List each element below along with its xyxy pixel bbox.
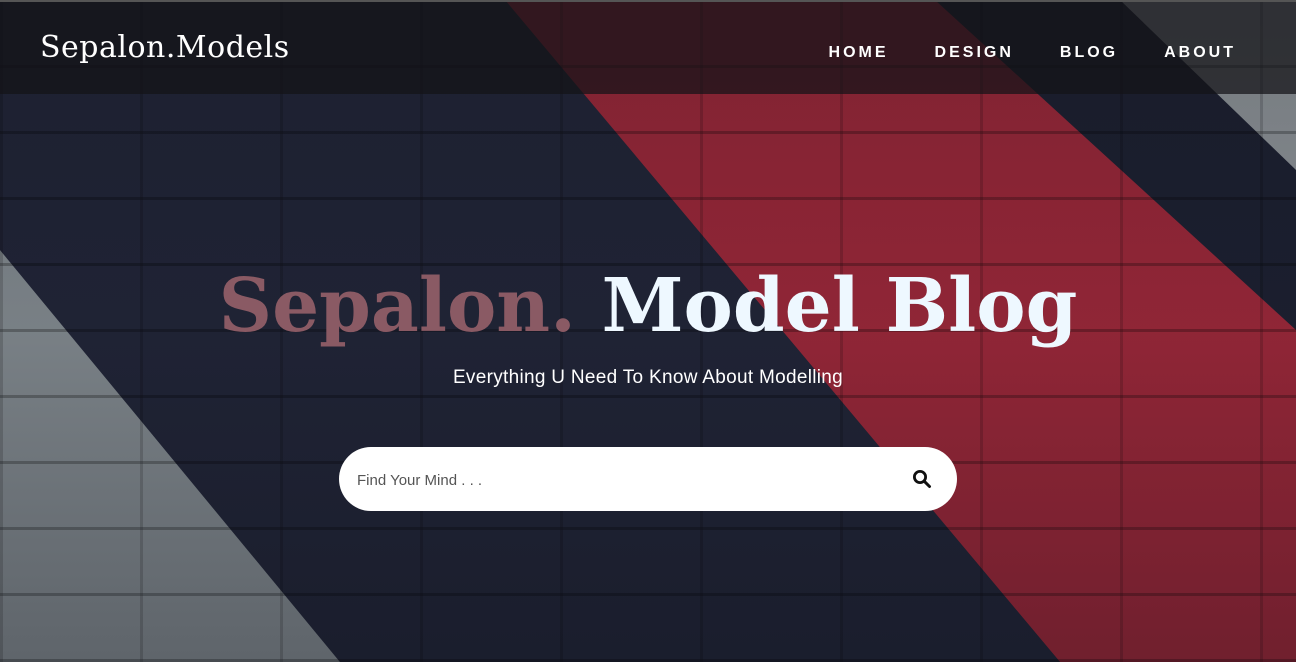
hero-title-accent: Sepalon. bbox=[218, 263, 576, 349]
site-logo[interactable]: Sepalon.Models bbox=[40, 30, 290, 65]
search-button[interactable] bbox=[907, 465, 937, 493]
site-header: Sepalon.Models HOME DESIGN BLOG ABOUT bbox=[0, 0, 1296, 94]
search-input[interactable] bbox=[355, 459, 879, 501]
nav-design[interactable]: DESIGN bbox=[935, 44, 1014, 62]
nav-about[interactable]: ABOUT bbox=[1164, 44, 1236, 62]
nav-home[interactable]: HOME bbox=[829, 44, 889, 62]
hero-subtitle: Everything U Need To Know About Modellin… bbox=[452, 367, 844, 388]
search-bar bbox=[339, 447, 957, 511]
nav-blog[interactable]: BLOG bbox=[1060, 44, 1118, 62]
hero-title-main: Model Blog bbox=[601, 263, 1078, 349]
page: Sepalon.Models HOME DESIGN BLOG ABOUT Se… bbox=[0, 0, 1296, 662]
main-nav: HOME DESIGN BLOG ABOUT bbox=[829, 44, 1236, 62]
hero-title: Sepalon. Model Blog bbox=[0, 258, 1296, 354]
search-icon bbox=[913, 470, 931, 488]
